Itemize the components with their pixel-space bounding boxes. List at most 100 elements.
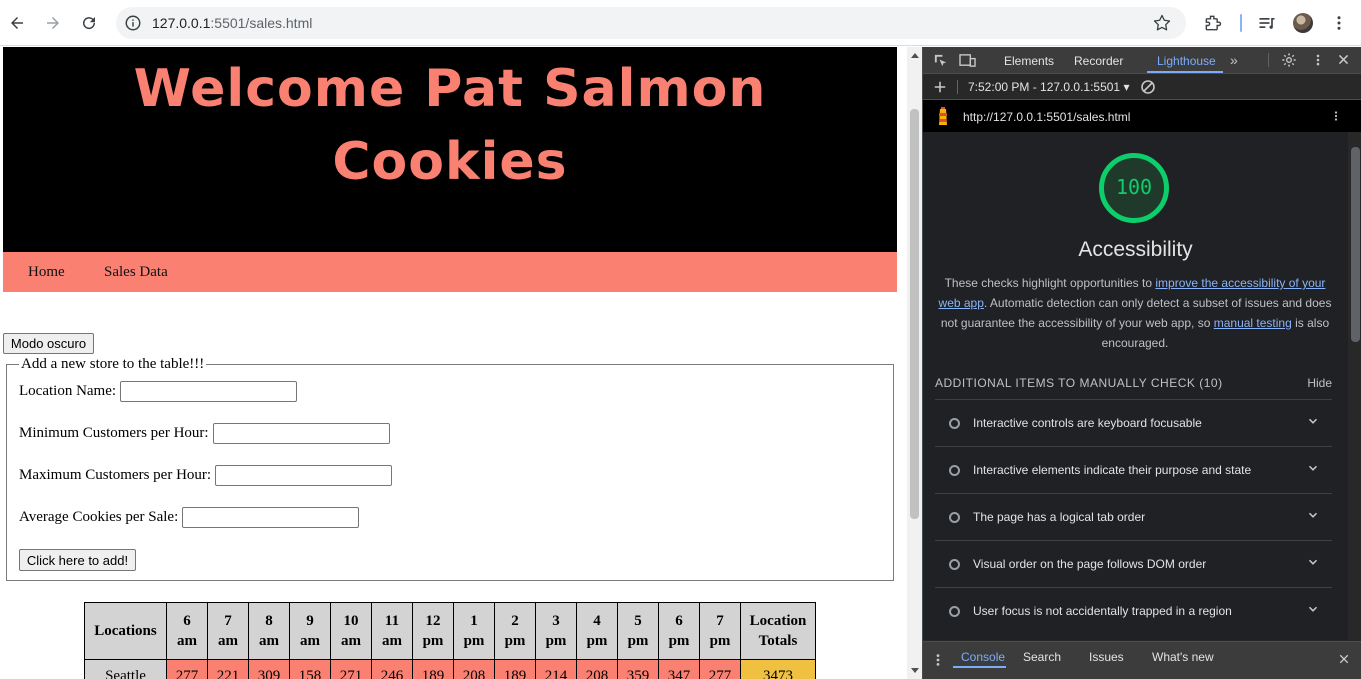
- audit-status-icon: [949, 606, 960, 617]
- report-menu-icon[interactable]: [1330, 109, 1342, 123]
- header-hour: 10 am: [330, 602, 372, 660]
- header-hour: 2 pm: [494, 602, 536, 660]
- header-locations: Locations: [84, 602, 167, 660]
- add-store-form: Add a new store to the table!!! Location…: [6, 356, 894, 581]
- toolbar-divider: [957, 80, 958, 94]
- site-info-icon[interactable]: [124, 14, 142, 32]
- row-location-name: Seattle: [84, 659, 167, 679]
- manual-checks-header: ADDITIONAL ITEMS TO MANUALLY CHECK (10) …: [935, 376, 1332, 390]
- audit-item[interactable]: Visual order on the page follows DOM ord…: [935, 540, 1332, 587]
- table-header-row: Locations 6 am 7 am 8 am 9 am 10 am 11 am 12 pm 1 pm 2 pm…: [84, 602, 816, 660]
- devtools-panel: Elements Recorder Lighthouse » 7:52:00 P…: [922, 47, 1361, 679]
- tab-lighthouse[interactable]: Lighthouse: [1157, 54, 1216, 68]
- header-hour: 4 pm: [576, 602, 618, 660]
- inspect-element-icon[interactable]: [933, 53, 948, 68]
- new-report-plus-icon[interactable]: [933, 80, 947, 94]
- location-label: Location Name:: [19, 383, 117, 399]
- audit-status-icon: [949, 512, 960, 523]
- audit-status-icon: [949, 418, 960, 429]
- audit-status-icon: [949, 465, 960, 476]
- chevron-down-icon[interactable]: [1306, 602, 1320, 616]
- nav-link-home[interactable]: Home: [28, 264, 65, 281]
- audit-item[interactable]: User focus is not accidentally trapped i…: [935, 587, 1332, 634]
- devtools-more-icon[interactable]: [1311, 53, 1325, 67]
- url-text: 127.0.0.1:5501/sales.html: [152, 15, 313, 31]
- table-cell: 359: [617, 659, 659, 679]
- scroll-down-arrow-icon[interactable]: [911, 668, 919, 673]
- address-bar[interactable]: 127.0.0.1:5501/sales.html: [116, 7, 1186, 39]
- avg-cookies-input[interactable]: [182, 507, 360, 528]
- nav-link-sales-data[interactable]: Sales Data: [104, 264, 168, 281]
- header-hour: 7 am: [207, 602, 249, 660]
- dark-mode-button[interactable]: Modo oscuro: [3, 333, 94, 354]
- max-customers-label: Maximum Customers per Hour:: [19, 467, 212, 483]
- lighthouse-report: 100 Accessibility These checks highlight…: [923, 132, 1348, 640]
- close-devtools-icon[interactable]: [1337, 53, 1350, 66]
- drawer-tab-search[interactable]: Search: [1023, 650, 1061, 664]
- drawer-tab-issues[interactable]: Issues: [1089, 650, 1124, 664]
- page-scrollbar[interactable]: [907, 47, 922, 679]
- avg-cookies-label: Average Cookies per Sale:: [19, 509, 179, 525]
- back-arrow-icon[interactable]: [5, 11, 29, 35]
- scroll-up-arrow-icon[interactable]: [911, 53, 919, 58]
- table-cell: 158: [289, 659, 331, 679]
- bookmark-star-icon[interactable]: [1152, 13, 1172, 33]
- min-row: Minimum Customers per Hour:: [19, 423, 390, 444]
- score-value: 100: [1115, 175, 1153, 199]
- settings-gear-icon[interactable]: [1281, 52, 1297, 68]
- header-hour: 9 am: [289, 602, 331, 660]
- media-control-icon[interactable]: [1256, 12, 1278, 34]
- tab-elements[interactable]: Elements: [1004, 54, 1054, 68]
- min-customers-label: Minimum Customers per Hour:: [19, 425, 209, 441]
- web-page: Welcome Pat Salmon Cookies Home Sales Dat…: [0, 47, 907, 679]
- table-cell: 271: [330, 659, 372, 679]
- table-cell: 189: [494, 659, 536, 679]
- chevron-down-icon[interactable]: [1306, 414, 1320, 428]
- header-hour: 8 am: [248, 602, 290, 660]
- more-menu-icon[interactable]: [1328, 12, 1350, 34]
- devtools-scrollbar-thumb[interactable]: [1351, 147, 1360, 342]
- hide-button[interactable]: Hide: [1307, 376, 1332, 390]
- header-location-totals: Location Totals: [740, 602, 816, 660]
- reload-icon[interactable]: [77, 11, 101, 35]
- audit-item[interactable]: Interactive controls are keyboard focusa…: [935, 399, 1332, 446]
- chevron-down-icon[interactable]: [1306, 461, 1320, 475]
- sales-table: Locations 6 am 7 am 8 am 9 am 10 am 11 am 12 pm 1 pm 2 pm…: [84, 602, 816, 679]
- max-customers-input[interactable]: [215, 465, 393, 486]
- drawer-tab-whats-new[interactable]: What's new: [1152, 650, 1214, 664]
- header-hour: 5 pm: [617, 602, 659, 660]
- drawer-tab-console[interactable]: Console: [961, 650, 1005, 664]
- extensions-icon[interactable]: [1202, 12, 1224, 34]
- close-drawer-icon[interactable]: [1338, 653, 1350, 665]
- profile-avatar[interactable]: [1293, 13, 1313, 33]
- forward-arrow-icon[interactable]: [41, 11, 65, 35]
- report-url: http://127.0.0.1:5501/sales.html: [963, 110, 1131, 124]
- header-hour: 7 pm: [699, 602, 741, 660]
- audit-item[interactable]: Interactive elements indicate their purp…: [935, 446, 1332, 493]
- manual-testing-link[interactable]: manual testing: [1214, 316, 1292, 330]
- clear-reports-icon[interactable]: [1140, 79, 1156, 95]
- toolbar-divider: [1240, 14, 1242, 32]
- score-gauge: 100: [1099, 153, 1169, 223]
- drawer-menu-icon[interactable]: [935, 653, 941, 667]
- audit-item[interactable]: The page has a logical tab order: [935, 493, 1332, 540]
- lighthouse-logo-icon: [939, 107, 947, 125]
- page-title: Welcome Pat Salmon Cookies: [133, 59, 767, 192]
- header-hour: 12 pm: [412, 602, 454, 660]
- chevron-down-icon[interactable]: [1306, 555, 1320, 569]
- devtools-scrollbar[interactable]: [1348, 132, 1361, 640]
- table-body: Seattle 277 221 309 158 271 246 189 208 189 214 208…: [84, 659, 816, 679]
- report-selector[interactable]: 7:52:00 PM - 127.0.0.1:5501 ▾: [968, 80, 1129, 94]
- chevron-down-icon[interactable]: [1306, 508, 1320, 522]
- audit-title: Interactive controls are keyboard focusa…: [973, 416, 1202, 430]
- location-name-input[interactable]: [120, 381, 298, 402]
- tab-recorder[interactable]: Recorder: [1074, 54, 1123, 68]
- devtools-tabbar: Elements Recorder Lighthouse »: [923, 47, 1361, 74]
- audit-title: Interactive elements indicate their purp…: [973, 463, 1252, 477]
- scrollbar-thumb[interactable]: [910, 109, 919, 519]
- add-store-button[interactable]: Click here to add!: [19, 549, 136, 571]
- min-customers-input[interactable]: [212, 423, 390, 444]
- device-toolbar-icon[interactable]: [959, 53, 976, 68]
- header-hour: 1 pm: [453, 602, 495, 660]
- more-tabs-chevron-icon[interactable]: »: [1230, 52, 1238, 68]
